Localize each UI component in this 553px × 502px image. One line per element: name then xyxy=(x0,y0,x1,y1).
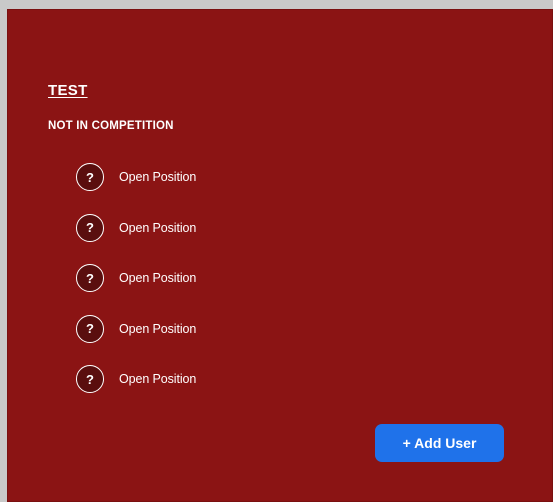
member-slot-3[interactable]: ? Open Position xyxy=(76,263,196,293)
unknown-user-avatar-icon: ? xyxy=(76,163,104,191)
team-card: TEST NOT IN COMPETITION ? Open Position … xyxy=(7,9,553,502)
member-label: Open Position xyxy=(119,321,197,336)
member-label: Open Position xyxy=(119,170,197,184)
member-label: Open Position xyxy=(119,372,197,386)
competition-status-label: NOT IN COMPETITION xyxy=(48,120,174,132)
app-frame: TEST NOT IN COMPETITION ? Open Position … xyxy=(0,0,553,502)
member-slot-2[interactable]: ? Open Position xyxy=(76,213,196,243)
member-label: Open Position xyxy=(119,220,197,235)
member-slot-1[interactable]: ? Open Position xyxy=(76,162,196,192)
member-slot-4[interactable]: ? Open Position xyxy=(76,314,196,344)
add-user-button[interactable]: + Add User xyxy=(375,424,504,462)
member-slot-5[interactable]: ? Open Position xyxy=(76,364,196,394)
member-list: ? Open Position ? Open Position ? Open P… xyxy=(76,162,196,415)
unknown-user-avatar-icon: ? xyxy=(76,314,104,343)
team-name-link[interactable]: TEST xyxy=(48,82,88,99)
unknown-user-avatar-icon: ? xyxy=(76,213,104,242)
unknown-user-avatar-icon: ? xyxy=(76,365,104,393)
member-label: Open Position xyxy=(119,271,197,285)
unknown-user-avatar-icon: ? xyxy=(76,264,104,292)
